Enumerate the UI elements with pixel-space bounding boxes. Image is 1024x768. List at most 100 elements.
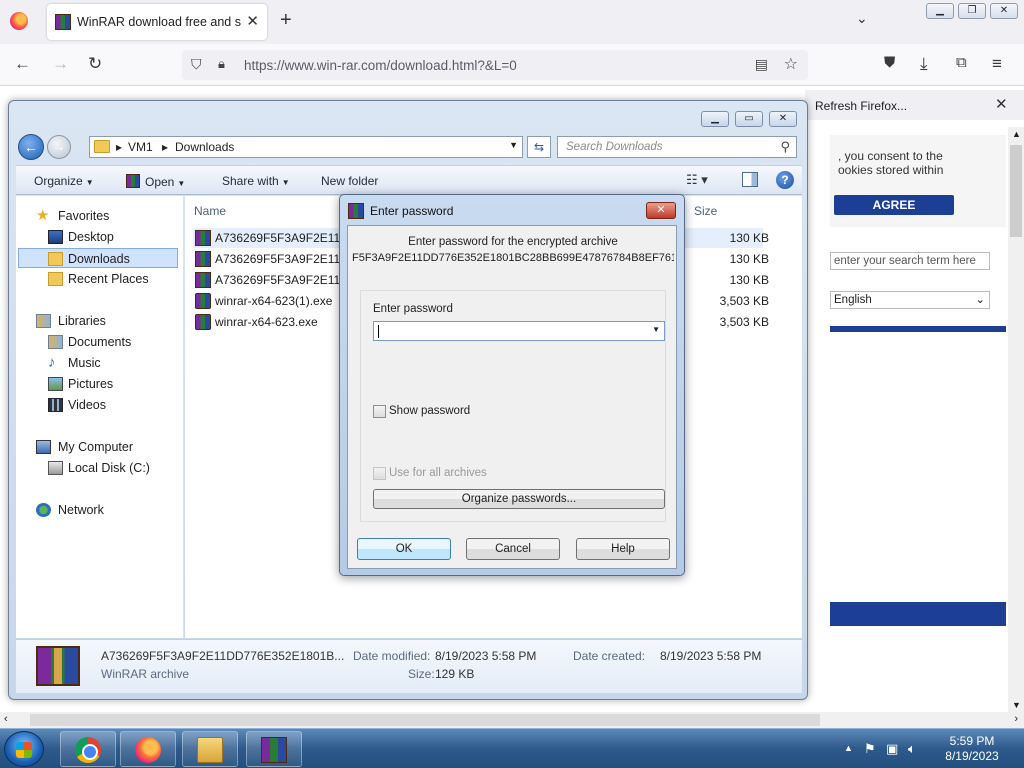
list-tabs-chevron-icon[interactable]: ⌄ [856,10,868,27]
scroll-up-icon[interactable]: ▲ [1012,129,1021,139]
installer-icon [195,293,211,309]
change-view-icon[interactable]: ☷ ▾ [686,172,708,188]
close-window-button[interactable]: ✕ [990,3,1018,19]
password-input[interactable]: ▼ [373,321,665,341]
address-dropdown-icon[interactable]: ▼ [509,140,518,150]
column-header-name[interactable]: Name [194,204,226,218]
system-tray: ▲ ⚑ ▣ 🔈︎ 5:59 PM 8/19/2023 [840,729,1024,768]
dialog-close-button[interactable]: ✕ [646,202,676,219]
url-bar[interactable]: ⛉ 🔒︎ https://www.win-rar.com/download.ht… [182,50,808,80]
restore-button[interactable]: ❐ [958,3,986,19]
nav-libraries[interactable]: Libraries [16,311,176,331]
search-icon[interactable]: ⚲ [780,139,790,155]
organize-passwords-button[interactable]: Organize passwords... [373,489,665,509]
disk-icon [48,461,63,475]
page-horizontal-scrollbar[interactable]: ‹ › [0,712,1024,728]
action-center-flag-icon[interactable]: ⚑ [864,741,876,757]
page-vertical-scrollbar[interactable]: ▲ ▼ [1008,127,1024,712]
dialog-title: Enter password [370,204,454,218]
taskbar-chrome-button[interactable] [60,731,116,767]
browser-navbar: ← → ↻ ⛉ 🔒︎ https://www.win-rar.com/downl… [0,44,1024,86]
minimize-button[interactable]: ▁ [926,3,954,19]
start-button[interactable] [4,731,44,767]
close-tab-icon[interactable]: ✕ [246,12,259,30]
scrollbar-thumb[interactable] [1010,145,1022,237]
explorer-maximize-button[interactable]: ▭ [735,111,763,127]
nav-recent-places[interactable]: Recent Places [16,269,176,289]
breadcrumb-downloads[interactable]: Downloads [175,140,234,154]
winrar-icon [348,203,364,219]
refresh-icon[interactable]: ⇆ [527,136,551,158]
forward-icon[interactable]: → [47,135,71,159]
use-for-all-archives-checkbox[interactable]: Use for all archives [373,466,533,482]
reader-view-icon[interactable]: ▤ [755,56,768,73]
breadcrumb-vm1[interactable]: VM1 [128,140,153,154]
extensions-icon[interactable]: ⧉ [956,54,967,71]
nav-my-computer[interactable]: My Computer [16,437,176,457]
taskbar-winrar-button[interactable] [246,731,302,767]
site-search-input[interactable]: enter your search term here [830,252,990,270]
network-icon [36,503,51,517]
checkbox-box[interactable] [373,405,386,418]
firefox-view-icon[interactable] [10,12,28,30]
nav-pictures[interactable]: Pictures [16,374,176,394]
nav-documents[interactable]: Documents [16,332,176,352]
checkbox-box[interactable] [373,467,386,480]
column-header-size[interactable]: Size [694,204,717,218]
nav-desktop[interactable]: Desktop [16,227,176,247]
explorer-minimize-button[interactable]: ▁ [701,111,729,127]
bookmark-star-icon[interactable]: ☆ [784,54,798,74]
close-notification-icon[interactable]: ✕ [995,95,1008,113]
taskbar-firefox-button[interactable] [120,731,176,767]
taskbar-explorer-button[interactable] [182,731,238,767]
open-button[interactable]: Open ▼ [126,174,185,189]
libraries-icon [36,314,51,328]
back-icon[interactable]: ← [18,134,44,160]
search-downloads-input[interactable]: Search Downloads ⚲ [557,136,797,158]
navigation-pane: ★ Favorites Desktop Downloads Recent Pla… [16,196,184,638]
scrollbar-thumb[interactable] [30,714,820,726]
browser-tab[interactable]: WinRAR download free and support ✕ [47,4,267,40]
cancel-button[interactable]: Cancel [466,538,560,560]
help-icon[interactable]: ? [776,171,794,189]
clock[interactable]: 5:59 PM 8/19/2023 [940,734,1004,764]
new-folder-button[interactable]: New folder [321,174,378,188]
agree-button[interactable]: AGREE [834,195,954,215]
help-button[interactable]: Help [576,538,670,560]
scroll-left-icon[interactable]: ‹ [4,713,8,725]
pocket-icon[interactable]: ⛊ [884,54,895,71]
back-arrow-icon[interactable]: ← [14,54,31,74]
scroll-right-icon[interactable]: › [1014,713,1018,725]
downloads-icon[interactable]: ⤓ [920,54,928,74]
show-password-checkbox[interactable]: Show password [373,404,533,420]
tracking-shield-icon[interactable]: ⛉ [191,56,202,73]
menu-icon[interactable]: ≡ [992,54,1002,74]
preview-pane-icon[interactable] [742,172,758,187]
password-history-dropdown-icon[interactable]: ▼ [652,325,660,334]
nav-local-disk[interactable]: Local Disk (C:) [16,458,176,478]
nav-videos[interactable]: Videos [16,395,176,415]
nav-downloads[interactable]: Downloads [18,248,178,268]
show-hidden-icons-icon[interactable]: ▲ [844,743,853,753]
browser-tabbar: WinRAR download free and support ✕ + ⌄ ▁… [0,0,1024,44]
nav-network[interactable]: Network [16,500,176,520]
url-text[interactable]: https://www.win-rar.com/download.html?&L… [244,58,517,73]
reload-icon[interactable]: ↻ [88,54,102,74]
notification-text[interactable]: Refresh Firefox... [815,99,907,113]
scroll-down-icon[interactable]: ▼ [1012,700,1021,710]
volume-muted-icon[interactable]: 🔈︎ [908,741,916,757]
share-with-button[interactable]: Share with ▼ [222,174,290,188]
forward-arrow-icon[interactable]: → [52,54,69,74]
nav-favorites[interactable]: ★ Favorites [16,206,176,226]
nav-music[interactable]: ♪ Music [16,353,176,373]
network-status-icon[interactable]: ▣ [886,741,898,757]
winrar-archive-icon [195,230,211,246]
ok-button[interactable]: OK [357,538,451,560]
language-select[interactable]: English ⌄ [830,291,990,309]
lock-icon[interactable]: 🔒︎ [218,56,225,72]
details-filename: A736269F5F3A9F2E11DD776E352E1801B... [101,649,345,663]
explorer-close-button[interactable]: ✕ [769,111,797,127]
address-bar[interactable]: ▸ VM1 ▸ Downloads ▼ [89,136,523,158]
new-tab-icon[interactable]: + [280,9,292,32]
organize-button[interactable]: Organize ▼ [34,174,94,188]
